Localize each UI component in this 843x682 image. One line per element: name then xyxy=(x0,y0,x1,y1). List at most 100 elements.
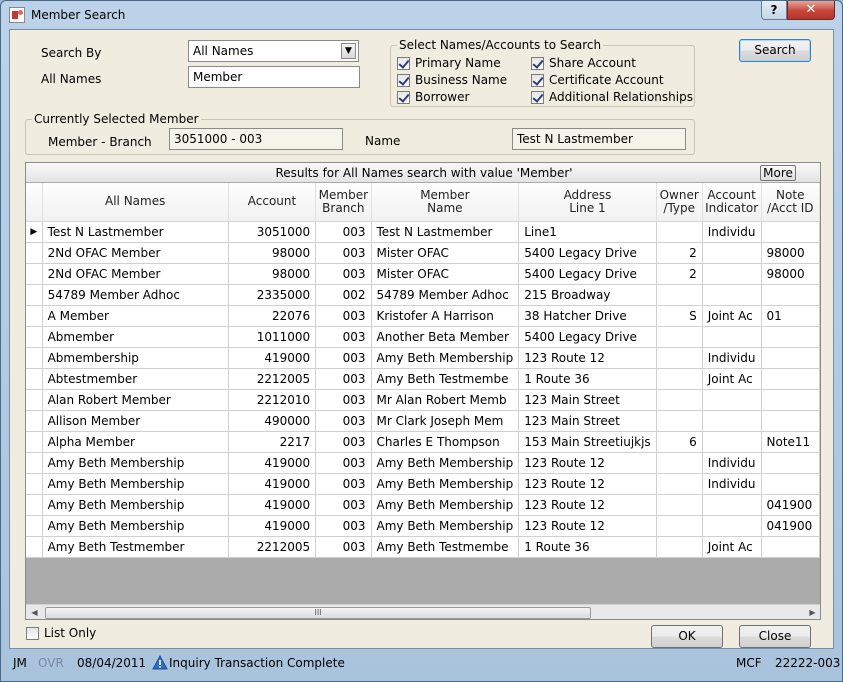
certificate-account-checkbox[interactable]: Certificate Account xyxy=(531,73,664,87)
column-header-note-acct-id[interactable]: Note /Acct ID xyxy=(761,183,820,222)
list-only-checkbox[interactable]: List Only xyxy=(26,626,96,640)
checkbox-checked-icon[interactable] xyxy=(397,56,410,70)
row-selector[interactable] xyxy=(26,284,43,306)
checkbox-checked-icon[interactable] xyxy=(531,90,544,104)
search-button[interactable]: Search xyxy=(739,39,811,62)
cell-owner-type xyxy=(656,410,703,432)
cell-note-acct-id xyxy=(761,452,820,474)
cell-account-indicator: Joint Ac xyxy=(702,368,762,390)
scroll-right-icon[interactable]: ▶ xyxy=(804,605,820,619)
table-row[interactable]: Abtestmember 2212005 003 Amy Beth Testmembe… xyxy=(26,368,820,390)
more-button[interactable]: More xyxy=(760,165,796,181)
chevron-down-icon[interactable]: ▼ xyxy=(341,43,356,59)
cell-note-acct-id: 98000 xyxy=(761,242,820,264)
table-body: ▶ Test N Lastmember 3051000 003 Test N Lastm… xyxy=(26,221,820,558)
share-account-label: Share Account xyxy=(549,56,636,70)
cell-member-name: Charles E Thompson xyxy=(371,431,520,453)
ok-button[interactable]: OK xyxy=(651,625,723,648)
cell-account-indicator: Joint Ac xyxy=(702,305,762,327)
dialog-body: Search By All Names ▼ All Names Member S… xyxy=(9,29,834,649)
row-selector[interactable] xyxy=(26,494,43,516)
title-bar: Member Search ? ✕ xyxy=(1,1,842,29)
results-grid: Results for All Names search with value … xyxy=(25,162,821,620)
cell-member-branch: 003 xyxy=(315,221,372,243)
cell-all-names: Amy Beth Testmember xyxy=(42,536,229,558)
table-row[interactable]: Amy Beth Testmember 2212005 003 Amy Beth Te… xyxy=(26,536,820,558)
row-selector[interactable] xyxy=(26,347,43,369)
row-selector[interactable] xyxy=(26,242,43,264)
cell-member-name: Mister OFAC xyxy=(371,263,520,285)
row-selector[interactable] xyxy=(26,305,43,327)
cell-account-indicator xyxy=(702,284,762,306)
row-selector[interactable] xyxy=(26,368,43,390)
cell-address-line-1: 123 Main Street xyxy=(518,389,657,411)
column-header-all-names[interactable]: All Names xyxy=(42,183,229,222)
scroll-left-icon[interactable]: ◀ xyxy=(26,605,43,619)
status-mode: MCF xyxy=(736,656,762,670)
cell-account-indicator: Individu xyxy=(702,347,762,369)
table-row[interactable]: ▶ Test N Lastmember 3051000 003 Test N Lastm… xyxy=(26,221,820,243)
cell-member-branch: 003 xyxy=(315,368,372,390)
help-button[interactable]: ? xyxy=(761,1,787,20)
table-row[interactable]: Allison Member 490000 003 Mr Clark Joseph M… xyxy=(26,410,820,432)
table-row[interactable]: A Member 22076 003 Kristofer A Harrison 38 H… xyxy=(26,305,820,327)
row-selector[interactable] xyxy=(26,473,43,495)
column-header-account-indicator[interactable]: Account Indicator xyxy=(702,183,762,222)
table-row[interactable]: Amy Beth Membership 419000 003 Amy Beth Mem… xyxy=(26,452,820,474)
cell-address-line-1: 123 Route 12 xyxy=(518,473,657,495)
checkbox-checked-icon[interactable] xyxy=(531,56,544,70)
cell-account-indicator xyxy=(702,389,762,411)
cell-address-line-1: 5400 Legacy Drive xyxy=(518,326,657,348)
share-account-checkbox[interactable]: Share Account xyxy=(531,56,636,70)
current-row-indicator-icon[interactable]: ▶ xyxy=(26,221,43,243)
all-names-input[interactable]: Member xyxy=(188,66,360,88)
cell-all-names: Amy Beth Membership xyxy=(42,452,229,474)
column-header-address-line-1[interactable]: Address Line 1 xyxy=(518,183,657,222)
table-row[interactable]: Amy Beth Membership 419000 003 Amy Beth Mem… xyxy=(26,515,820,537)
cell-member-name: Amy Beth Testmembe xyxy=(371,536,520,558)
cell-member-name: Kristofer A Harrison xyxy=(371,305,520,327)
checkbox-checked-icon[interactable] xyxy=(531,73,544,87)
cell-owner-type: 6 xyxy=(656,431,703,453)
cell-member-name: 54789 Member Adhoc xyxy=(371,284,520,306)
business-name-checkbox[interactable]: Business Name xyxy=(397,73,507,87)
row-selector[interactable] xyxy=(26,452,43,474)
cell-address-line-1: Line1 xyxy=(518,221,657,243)
scroll-thumb[interactable]: III xyxy=(45,607,591,619)
borrower-checkbox[interactable]: Borrower xyxy=(397,90,469,104)
status-message: Inquiry Transaction Complete xyxy=(169,656,345,670)
row-selector[interactable] xyxy=(26,515,43,537)
table-row[interactable]: Amy Beth Membership 419000 003 Amy Beth Mem… xyxy=(26,494,820,516)
table-row[interactable]: Alan Robert Member 2212010 003 Mr Alan Robe… xyxy=(26,389,820,411)
close-window-button[interactable]: ✕ xyxy=(787,1,835,20)
checkbox-unchecked-icon[interactable] xyxy=(26,626,39,640)
column-header-member-name[interactable]: Member Name xyxy=(371,183,520,222)
column-header-account[interactable]: Account xyxy=(228,183,317,222)
row-selector[interactable] xyxy=(26,326,43,348)
table-row[interactable]: Abmember 1011000 003 Another Beta Member 540… xyxy=(26,326,820,348)
row-selector[interactable] xyxy=(26,431,43,453)
checkbox-checked-icon[interactable] xyxy=(397,73,410,87)
table-row[interactable]: 2Nd OFAC Member 98000 003 Mister OFAC 5400 L… xyxy=(26,242,820,264)
table-row[interactable]: Alpha Member 2217 003 Charles E Thompson 153… xyxy=(26,431,820,453)
column-header-member-branch[interactable]: Member Branch xyxy=(315,183,372,222)
table-row[interactable]: 2Nd OFAC Member 98000 003 Mister OFAC 5400 L… xyxy=(26,263,820,285)
close-button[interactable]: Close xyxy=(739,625,811,648)
row-selector[interactable] xyxy=(26,389,43,411)
table-row[interactable]: 54789 Member Adhoc 2335000 002 54789 Member… xyxy=(26,284,820,306)
table-row[interactable]: Amy Beth Membership 419000 003 Amy Beth Mem… xyxy=(26,473,820,495)
search-by-select[interactable]: All Names ▼ xyxy=(188,40,359,62)
additional-relationships-checkbox[interactable]: Additional Relationships xyxy=(531,90,693,104)
row-selector[interactable] xyxy=(26,536,43,558)
cell-member-branch: 003 xyxy=(315,347,372,369)
cell-owner-type xyxy=(656,536,703,558)
horizontal-scrollbar[interactable]: ◀ III ▶ xyxy=(26,604,820,619)
table-row[interactable]: Abmembership 419000 003 Amy Beth Membership… xyxy=(26,347,820,369)
row-selector[interactable] xyxy=(26,263,43,285)
checkbox-checked-icon[interactable] xyxy=(397,90,410,104)
row-selector[interactable] xyxy=(26,410,43,432)
column-header-owner-type[interactable]: Owner /Type xyxy=(656,183,703,222)
primary-name-checkbox[interactable]: Primary Name xyxy=(397,56,501,70)
results-table: All Names Account Member Branch Member Name… xyxy=(26,183,820,558)
cell-note-acct-id xyxy=(761,389,820,411)
